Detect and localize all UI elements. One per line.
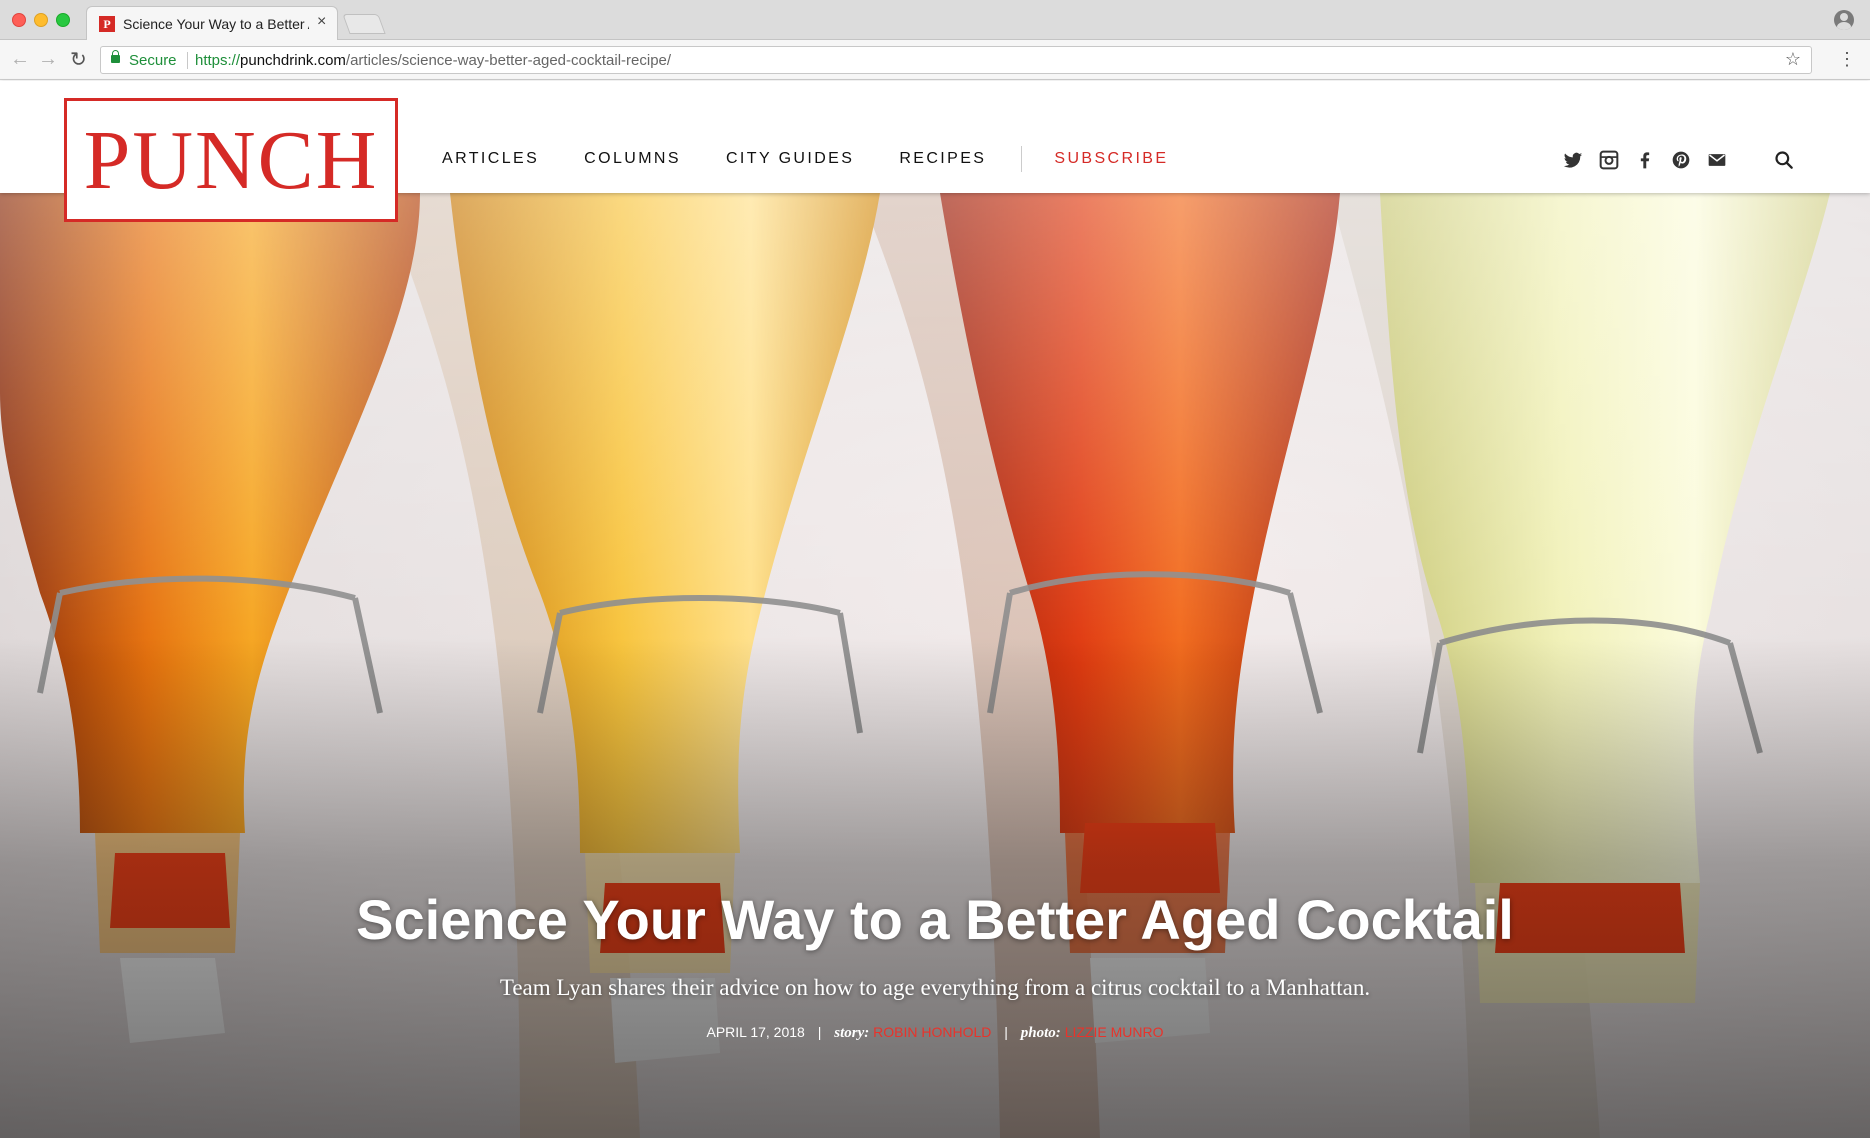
article-dek: Team Lyan shares their advice on how to … — [499, 975, 1371, 1000]
new-tab-button[interactable] — [342, 14, 386, 34]
address-divider — [187, 52, 188, 69]
article-date: APRIL 17, 2018 — [706, 1024, 805, 1040]
maximize-window-button[interactable] — [56, 13, 70, 27]
url-text[interactable]: https://punchdrink.com/articles/science-… — [195, 52, 671, 69]
hero-section: Science Your Way to a Better Aged Cockta… — [0, 193, 1870, 1138]
main-nav: ARTICLES COLUMNS CITY GUIDES RECIPES SUB… — [442, 146, 1213, 172]
browser-tab[interactable]: P Science Your Way to a Better A × — [86, 6, 338, 41]
story-label: story: — [834, 1025, 870, 1041]
lock-icon — [111, 50, 120, 63]
email-icon[interactable] — [1707, 150, 1727, 170]
nav-articles[interactable]: ARTICLES — [442, 150, 539, 168]
close-tab-icon[interactable]: × — [317, 13, 326, 31]
url-path: /articles/science-way-better-aged-cockta… — [345, 52, 672, 69]
url-host: punchdrink.com — [240, 52, 346, 69]
nav-recipes[interactable]: RECIPES — [899, 150, 986, 168]
pinterest-icon[interactable] — [1671, 150, 1691, 170]
browser-menu-icon[interactable]: ⋮ — [1838, 50, 1856, 68]
story-author-link[interactable]: ROBIN HONHOLD — [873, 1024, 991, 1040]
nav-columns[interactable]: COLUMNS — [584, 150, 681, 168]
logo-text: PUNCH — [83, 114, 379, 207]
browser-toolbar: ← → ↻ Secure https://punchdrink.com/arti… — [0, 40, 1870, 80]
browser-tab-bar: P Science Your Way to a Better A × — [0, 0, 1870, 41]
profile-icon[interactable] — [1834, 10, 1854, 30]
photo-label: photo: — [1020, 1025, 1061, 1041]
reload-icon[interactable]: ↻ — [70, 47, 87, 72]
facebook-icon[interactable] — [1635, 150, 1655, 170]
back-icon[interactable]: ← — [10, 48, 30, 71]
instagram-icon[interactable] — [1599, 150, 1619, 170]
secure-label: Secure — [129, 52, 177, 69]
search-icon[interactable] — [1774, 150, 1794, 170]
favicon-icon: P — [99, 16, 115, 32]
nav-city-guides[interactable]: CITY GUIDES — [726, 150, 854, 168]
minimize-window-button[interactable] — [34, 13, 48, 27]
nav-subscribe[interactable]: SUBSCRIBE — [1054, 150, 1168, 168]
byline-separator: | — [817, 1024, 822, 1040]
nav-divider — [1021, 146, 1023, 172]
article-byline: APRIL 17, 2018 | story: ROBIN HONHOLD | … — [0, 1024, 1870, 1042]
twitter-icon[interactable] — [1563, 150, 1583, 170]
photo-author-link[interactable]: LIZZIE MUNRO — [1065, 1024, 1164, 1040]
url-scheme: https:// — [195, 52, 241, 69]
site-logo[interactable]: PUNCH — [64, 98, 398, 222]
article-title: Science Your Way to a Better Aged Cockta… — [356, 888, 1514, 951]
address-bar[interactable]: Secure https://punchdrink.com/articles/s… — [100, 46, 1812, 74]
tab-title: Science Your Way to a Better A — [123, 16, 309, 32]
bookmark-star-icon[interactable]: ☆ — [1785, 49, 1801, 70]
close-window-button[interactable] — [12, 13, 26, 27]
forward-icon[interactable]: → — [38, 48, 58, 71]
byline-separator: | — [1004, 1024, 1008, 1040]
